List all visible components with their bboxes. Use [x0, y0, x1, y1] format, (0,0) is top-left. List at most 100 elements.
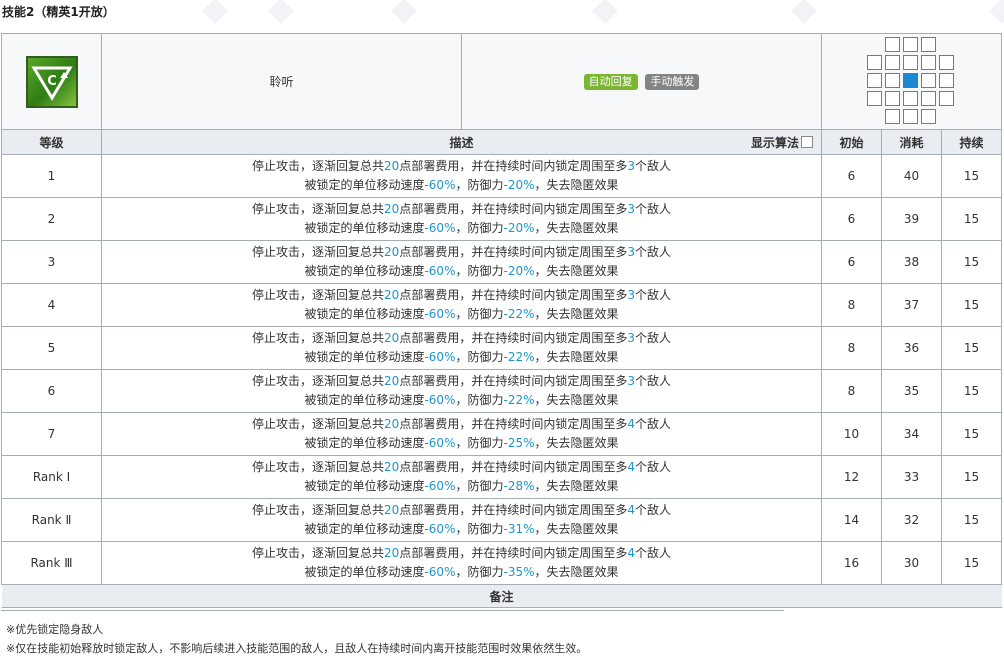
desc-text: 个敌人 — [634, 374, 671, 388]
range-tile — [902, 90, 918, 106]
desc-text: 停止攻击，逐渐回复总共 — [252, 503, 385, 517]
desc-text: ，防御力 — [455, 565, 504, 579]
description-line-2: 被锁定的单位移动速度-60%，防御力-20%，失去隐匿效果 — [102, 219, 821, 238]
description-line-1: 停止攻击，逐渐回复总共20点部署费用，并在持续时间内锁定周围至多4个敌人 — [102, 501, 821, 520]
range-tile — [902, 54, 918, 70]
duration-cell: 15 — [940, 412, 1003, 456]
watermark-diamond — [989, 0, 1004, 24]
description-line-1: 停止攻击，逐渐回复总共20点部署费用，并在持续时间内锁定周围至多4个敌人 — [102, 544, 821, 563]
target-count: 4 — [627, 546, 635, 560]
range-tile — [920, 72, 936, 88]
desc-text: ，失去隐匿效果 — [534, 436, 619, 450]
defense-value: -35% — [503, 565, 535, 579]
show-formula-toggle[interactable]: 显示算法 — [751, 134, 813, 151]
dp-value: 20 — [384, 417, 400, 431]
desc-text: ，失去隐匿效果 — [534, 221, 619, 235]
skill-triangle-icon: C — [25, 55, 78, 108]
desc-text: 点部署费用，并在持续时间内锁定周围至多 — [399, 460, 628, 474]
desc-text: 点部署费用，并在持续时间内锁定周围至多 — [399, 245, 628, 259]
dp-value: 20 — [384, 202, 400, 216]
skill-icon-cell: C — [1, 33, 102, 130]
sp-cost-cell: 35 — [881, 369, 942, 413]
range-tile — [866, 54, 882, 70]
desc-text: ，失去隐匿效果 — [534, 565, 619, 579]
desc-text: ，失去隐匿效果 — [534, 264, 619, 278]
level-cell: Rank Ⅲ — [1, 541, 102, 585]
desc-text: 停止攻击，逐渐回复总共 — [252, 202, 385, 216]
initial-sp-cell: 6 — [821, 154, 882, 198]
range-tile — [884, 54, 900, 70]
range-tile — [938, 54, 954, 70]
defense-value: -22% — [503, 350, 535, 364]
description-cell: 停止攻击，逐渐回复总共20点部署费用，并在持续时间内锁定周围至多4个敌人 被锁定的… — [101, 455, 822, 499]
speed-value: -60% — [424, 522, 456, 536]
desc-text: 被锁定的单位移动速度 — [304, 393, 425, 407]
desc-text: ，失去隐匿效果 — [534, 522, 619, 536]
notes-body: ※优先锁定隐身敌人 ※仅在技能初始释放时锁定敌人，不影响后续进入技能范围的敌人，… — [6, 620, 587, 658]
show-formula-checkbox[interactable] — [801, 136, 813, 148]
range-tile — [884, 36, 900, 52]
duration-cell: 15 — [940, 240, 1003, 284]
desc-text: 点部署费用，并在持续时间内锁定周围至多 — [399, 331, 628, 345]
skill-table: C 聆听 自动回复 手动触发 等级 描述 显示算法 初始 消耗 持续 1 停止攻… — [1, 33, 1003, 608]
tag-auto-recovery: 自动回复 — [583, 73, 638, 90]
defense-value: -25% — [503, 436, 535, 450]
desc-text: 点部署费用，并在持续时间内锁定周围至多 — [399, 417, 628, 431]
desc-text: 被锁定的单位移动速度 — [304, 221, 425, 235]
initial-sp-cell: 12 — [821, 455, 882, 499]
level-cell: 6 — [1, 369, 102, 413]
defense-value: -22% — [503, 307, 535, 321]
desc-text: 被锁定的单位移动速度 — [304, 264, 425, 278]
desc-text: 个敌人 — [634, 288, 671, 302]
target-count: 4 — [627, 417, 635, 431]
initial-sp-cell: 8 — [821, 369, 882, 413]
description-line-1: 停止攻击，逐渐回复总共20点部署费用，并在持续时间内锁定周围至多4个敌人 — [102, 458, 821, 477]
dp-value: 20 — [384, 159, 400, 173]
desc-text: 个敌人 — [634, 331, 671, 345]
level-row: Rank Ⅲ 停止攻击，逐渐回复总共20点部署费用，并在持续时间内锁定周围至多4个… — [1, 541, 1003, 585]
description-line-1: 停止攻击，逐渐回复总共20点部署费用，并在持续时间内锁定周围至多3个敌人 — [102, 200, 821, 219]
desc-text: ，失去隐匿效果 — [534, 307, 619, 321]
range-tile — [902, 36, 918, 52]
target-count: 3 — [627, 202, 635, 216]
notes-header-row: 备注 — [1, 584, 1002, 608]
range-tile — [938, 90, 954, 106]
desc-text: 被锁定的单位移动速度 — [304, 350, 425, 364]
description-line-2: 被锁定的单位移动速度-60%，防御力-22%，失去隐匿效果 — [102, 391, 821, 410]
sp-cost-cell: 33 — [881, 455, 942, 499]
defense-value: -28% — [503, 479, 535, 493]
desc-text: 停止攻击，逐渐回复总共 — [252, 417, 385, 431]
watermark-diamond — [592, 0, 618, 24]
desc-text: ，失去隐匿效果 — [534, 178, 619, 192]
initial-sp-cell: 6 — [821, 197, 882, 241]
speed-value: -60% — [424, 307, 456, 321]
dp-value: 20 — [384, 546, 400, 560]
desc-text: 点部署费用，并在持续时间内锁定周围至多 — [399, 159, 628, 173]
initial-sp-cell: 6 — [821, 240, 882, 284]
desc-text: 停止攻击，逐渐回复总共 — [252, 288, 385, 302]
col-description-label: 描述 — [449, 135, 474, 150]
range-tile — [938, 72, 954, 88]
tag-manual-trigger: 手动触发 — [645, 73, 700, 90]
note-line: ※优先锁定隐身敌人 — [6, 623, 104, 636]
speed-value: -60% — [424, 221, 456, 235]
sp-cost-cell: 39 — [881, 197, 942, 241]
description-line-2: 被锁定的单位移动速度-60%，防御力-22%，失去隐匿效果 — [102, 305, 821, 324]
sp-cost-cell: 37 — [881, 283, 942, 327]
target-count: 4 — [627, 460, 635, 474]
range-grid — [866, 36, 957, 127]
desc-text: 个敌人 — [634, 245, 671, 259]
range-tile — [920, 108, 936, 124]
description-cell: 停止攻击，逐渐回复总共20点部署费用，并在持续时间内锁定周围至多3个敌人 被锁定的… — [101, 369, 822, 413]
desc-text: 点部署费用，并在持续时间内锁定周围至多 — [399, 374, 628, 388]
duration-cell: 15 — [940, 541, 1003, 585]
target-count: 3 — [627, 374, 635, 388]
target-count: 4 — [627, 503, 635, 517]
speed-value: -60% — [424, 350, 456, 364]
range-tile — [884, 108, 900, 124]
col-cost: 消耗 — [881, 129, 942, 155]
desc-text: ，失去隐匿效果 — [534, 479, 619, 493]
desc-text: 个敌人 — [634, 159, 671, 173]
note-line: ※仅在技能初始释放时锁定敌人，不影响后续进入技能范围的敌人，且敌人在持续时间内离… — [6, 642, 588, 655]
level-row: 5 停止攻击，逐渐回复总共20点部署费用，并在持续时间内锁定周围至多3个敌人 被锁定… — [1, 326, 1003, 370]
